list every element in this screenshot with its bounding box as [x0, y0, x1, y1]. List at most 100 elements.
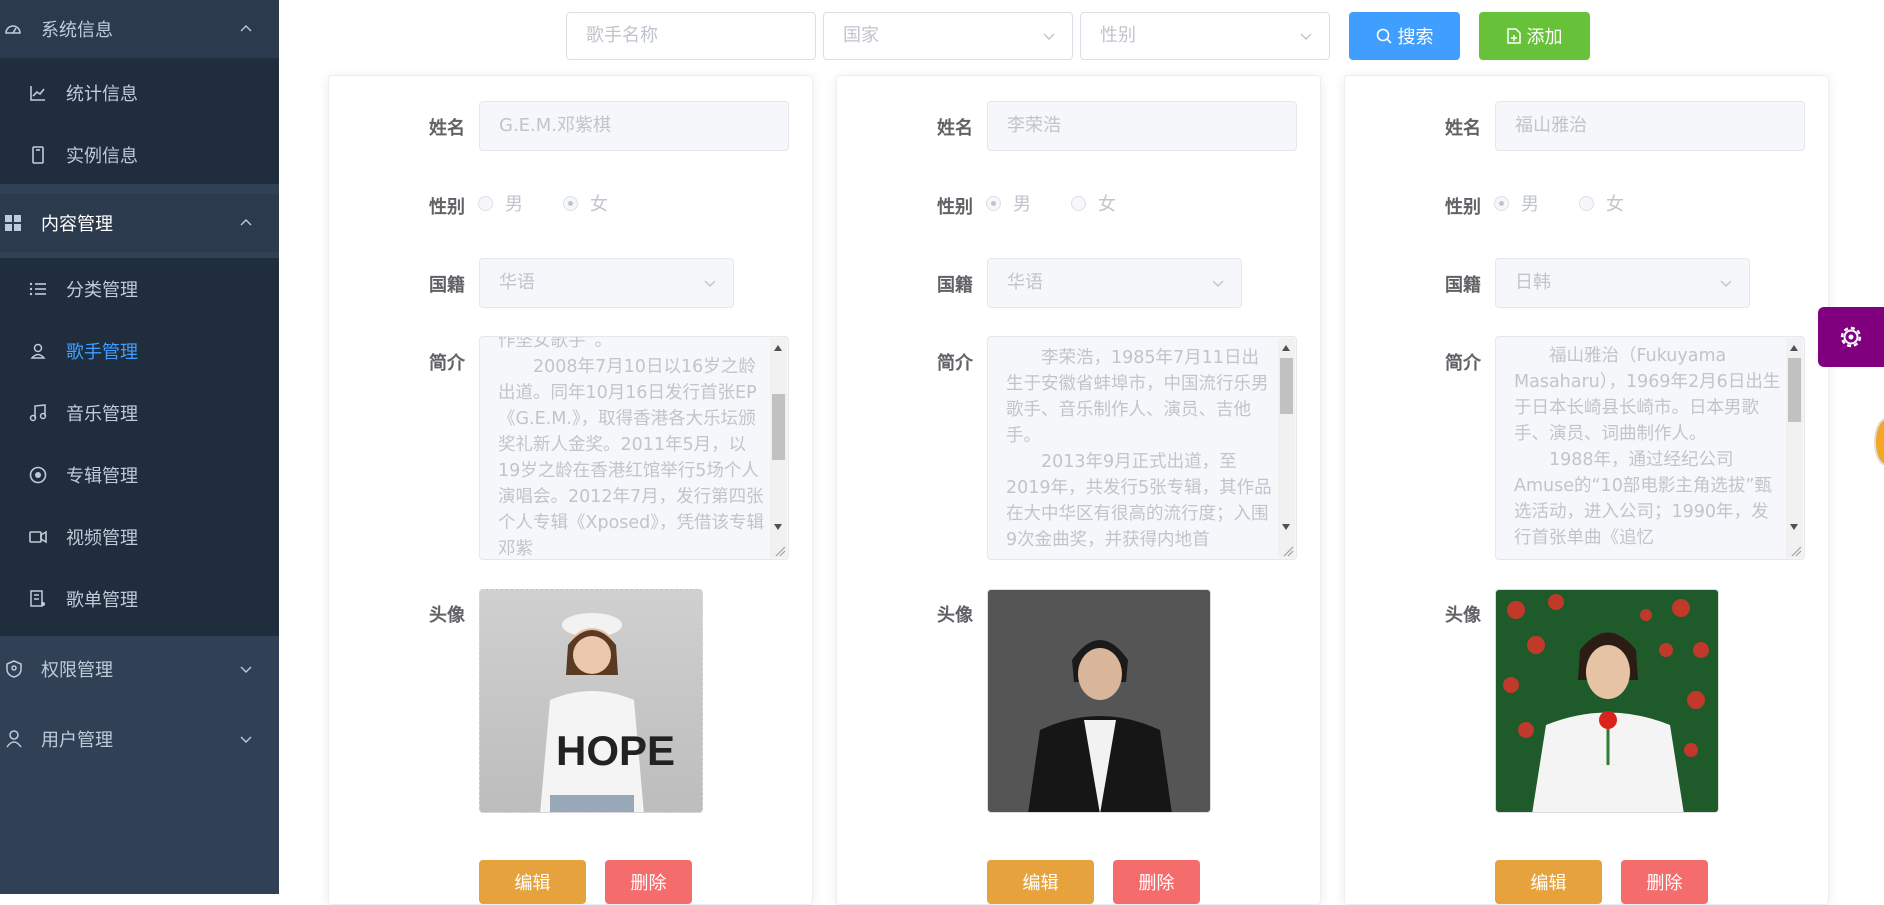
sidebar-item-instance[interactable]: 实例信息: [0, 124, 279, 186]
radio-dot: [1071, 195, 1086, 211]
avatar-upload[interactable]: HOPE: [479, 589, 703, 813]
name-field[interactable]: 福山雅治: [1495, 101, 1805, 151]
name-label: 姓名: [937, 118, 973, 139]
scrollbar-thumb[interactable]: [1788, 358, 1801, 422]
chevron-down-icon: [1300, 33, 1312, 40]
intro-label: 简介: [937, 353, 973, 374]
edit-button[interactable]: 编辑: [987, 860, 1094, 904]
name-value: 福山雅治: [1515, 115, 1587, 136]
menu-permission[interactable]: 权限管理: [0, 640, 279, 698]
radio-label: 女: [590, 194, 608, 215]
menu-user-management[interactable]: 用户管理: [0, 710, 279, 768]
nationality-value: 华语: [499, 272, 535, 293]
chevron-down-icon: [1043, 33, 1055, 40]
gender-radio-male[interactable]: 男: [986, 190, 1031, 216]
scrollbar-thumb[interactable]: [772, 394, 785, 460]
submenu-content: 分类管理 歌手管理 音乐管理 专辑管理 视频管理 歌单管理: [0, 258, 279, 636]
menu-system-info[interactable]: 系统信息: [0, 0, 279, 58]
intro-text: 福山雅治（Fukuyama Masaharu），1969年2月6日出生于日本长崎…: [1514, 346, 1781, 548]
svg-text:HOPE: HOPE: [556, 727, 675, 774]
scroll-down-arrow[interactable]: [1790, 524, 1798, 530]
scrollbar[interactable]: [1786, 338, 1803, 558]
gender-radio-male[interactable]: 男: [1494, 190, 1539, 216]
scroll-down-arrow[interactable]: [1282, 524, 1290, 530]
nationality-select[interactable]: 华语: [479, 258, 734, 308]
name-label: 姓名: [429, 118, 465, 139]
edit-button[interactable]: 编辑: [479, 860, 586, 904]
name-field[interactable]: 李荣浩: [987, 101, 1297, 151]
resize-grip-icon[interactable]: [1790, 545, 1802, 557]
scrollbar-thumb[interactable]: [1280, 358, 1293, 414]
disc-icon: [28, 465, 48, 485]
radio-label: 男: [1013, 194, 1031, 215]
menu-label: 权限管理: [41, 660, 113, 681]
gender-radio-female[interactable]: 女: [1071, 190, 1116, 216]
sidebar-item-video[interactable]: 视频管理: [0, 506, 279, 568]
search-button[interactable]: 搜索: [1349, 12, 1460, 60]
gender-radio-male[interactable]: 男: [478, 190, 523, 216]
intro-textarea[interactable]: 福山雅治（Fukuyama Masaharu），1969年2月6日出生于日本长崎…: [1495, 336, 1805, 560]
singer-card: 姓名 福山雅治 性别 男 女 国籍 日韩 简介 福山雅治（Fukuyama Ma…: [1344, 75, 1829, 905]
person-icon: [5, 730, 23, 748]
radio-label: 女: [1098, 194, 1116, 215]
sidebar-item-label: 歌单管理: [66, 590, 138, 611]
settings-float-button[interactable]: [1818, 307, 1884, 367]
menu-content-management[interactable]: 内容管理: [0, 194, 279, 252]
sidebar-item-music[interactable]: 音乐管理: [0, 382, 279, 444]
intro-text: 作坚女歌手”。 2008年7月10日以16岁之龄出道。同年10月16日发行首张E…: [498, 336, 765, 559]
sidebar-item-playlist[interactable]: 歌单管理: [0, 568, 279, 630]
sidebar-item-label: 专辑管理: [66, 466, 138, 487]
delete-button[interactable]: 删除: [1113, 860, 1200, 904]
singer-name-search-input[interactable]: 歌手名称: [566, 12, 816, 60]
nationality-select[interactable]: 日韩: [1495, 258, 1750, 308]
chevron-down-icon: [704, 280, 716, 287]
radio-label: 男: [505, 194, 523, 215]
avatar-label: 头像: [429, 605, 465, 626]
chevron-down-icon: [240, 666, 252, 673]
list-icon: [28, 279, 48, 299]
gender-label: 性别: [429, 197, 465, 218]
delete-button[interactable]: 删除: [605, 860, 692, 904]
name-label: 姓名: [1445, 118, 1481, 139]
resize-grip-icon[interactable]: [1282, 545, 1294, 557]
intro-textarea[interactable]: 作坚女歌手”。 2008年7月10日以16岁之龄出道。同年10月16日发行首张E…: [479, 336, 789, 560]
singer-photo: [1503, 594, 1709, 812]
scrollbar[interactable]: [1278, 338, 1295, 558]
chevron-up-icon: [240, 219, 252, 226]
avatar-upload[interactable]: [1495, 589, 1719, 813]
avatar-label: 头像: [937, 605, 973, 626]
video-camera-icon: [28, 527, 48, 547]
gender-radio-female[interactable]: 女: [563, 190, 608, 216]
add-button[interactable]: 添加: [1479, 12, 1590, 60]
edit-button[interactable]: 编辑: [1495, 860, 1602, 904]
sidebar-item-label: 视频管理: [66, 528, 138, 549]
nationality-select[interactable]: 华语: [987, 258, 1242, 308]
scroll-up-arrow[interactable]: [1282, 345, 1290, 351]
intro-label: 简介: [1445, 353, 1481, 374]
singer-card: 姓名 李荣浩 性别 男 女 国籍 华语 简介 李荣浩，1985年7月11日出生于…: [836, 75, 1321, 905]
music-note-icon: [28, 403, 48, 423]
avatar-upload[interactable]: [987, 589, 1211, 813]
sidebar-item-category[interactable]: 分类管理: [0, 258, 279, 320]
nationality-value: 华语: [1007, 272, 1043, 293]
add-button-label: 添加: [1526, 27, 1563, 48]
placeholder-text: 歌手名称: [586, 25, 658, 46]
intro-textarea[interactable]: 李荣浩，1985年7月11日出生于安徽省蚌埠市，中国流行乐男歌手、音乐制作人、演…: [987, 336, 1297, 560]
scrollbar[interactable]: [770, 338, 787, 558]
scroll-up-arrow[interactable]: [1790, 345, 1798, 351]
sidebar-item-singer[interactable]: 歌手管理: [0, 320, 279, 382]
gender-select[interactable]: 性别: [1080, 12, 1330, 60]
country-select[interactable]: 国家: [823, 12, 1073, 60]
float-avatar-edge[interactable]: [1874, 418, 1884, 466]
name-field[interactable]: G.E.M.邓紫棋: [479, 101, 789, 151]
sidebar-item-statistics[interactable]: 统计信息: [0, 62, 279, 124]
intro-label: 简介: [429, 353, 465, 374]
sidebar-item-album[interactable]: 专辑管理: [0, 444, 279, 506]
radio-dot: [1579, 195, 1594, 211]
delete-button[interactable]: 删除: [1621, 860, 1708, 904]
gender-radio-female[interactable]: 女: [1579, 190, 1624, 216]
radio-dot: [986, 195, 1001, 211]
scroll-down-arrow[interactable]: [774, 524, 782, 530]
scroll-up-arrow[interactable]: [774, 345, 782, 351]
resize-grip-icon[interactable]: [774, 545, 786, 557]
